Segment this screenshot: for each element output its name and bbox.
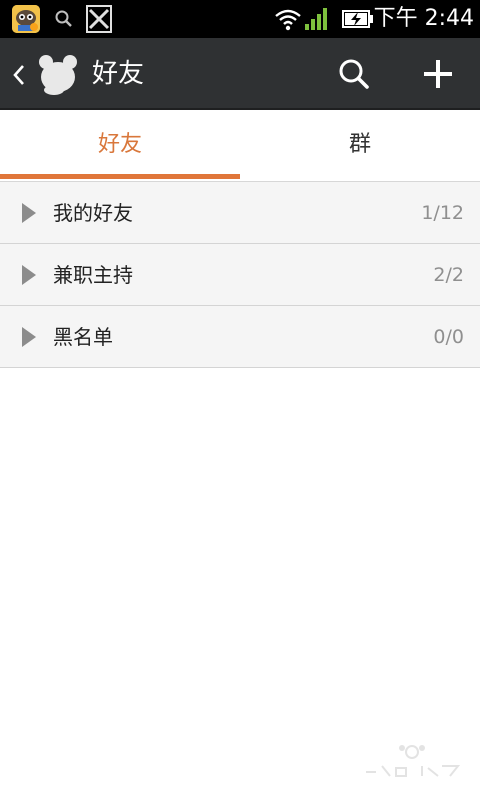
tab-bar: 好友 群 (0, 110, 480, 182)
watermark-logo (362, 742, 462, 782)
signal-icon (304, 8, 328, 30)
status-time: 下午 2:44 (373, 6, 474, 31)
search-icon (54, 9, 74, 29)
x-logo-icon (86, 5, 112, 33)
wifi-icon (274, 7, 302, 31)
search-button[interactable] (330, 52, 378, 96)
avatar-icon (34, 52, 82, 96)
group-row-blacklist[interactable]: 黑名单 0/0 (0, 306, 480, 368)
group-name: 兼职主持 (53, 263, 133, 287)
add-icon (424, 60, 452, 88)
active-tab-indicator (0, 174, 240, 179)
app-notification-icon (12, 5, 40, 33)
search-icon (339, 59, 369, 89)
group-name: 黑名单 (53, 325, 113, 349)
page-title: 好友 (92, 59, 145, 89)
app-header: 好友 (0, 38, 480, 110)
status-bar: 下午 2:44 (0, 0, 480, 38)
expand-arrow-icon (20, 325, 38, 349)
battery-charging-icon (342, 9, 374, 29)
group-name: 我的好友 (53, 201, 133, 225)
group-count: 1/12 (421, 202, 464, 224)
back-button[interactable]: 好友 (10, 52, 144, 96)
add-button[interactable] (414, 52, 462, 96)
tab-groups[interactable]: 群 (240, 110, 480, 181)
expand-arrow-icon (20, 263, 38, 287)
back-chevron-icon (12, 64, 26, 86)
group-row-my-friends[interactable]: 我的好友 1/12 (0, 182, 480, 244)
expand-arrow-icon (20, 201, 38, 225)
group-row-part-time-hosts[interactable]: 兼职主持 2/2 (0, 244, 480, 306)
group-count: 2/2 (433, 264, 464, 286)
tab-friends[interactable]: 好友 (0, 110, 240, 181)
group-count: 0/0 (433, 326, 464, 348)
group-list: 我的好友 1/12 兼职主持 2/2 黑名单 0/0 (0, 182, 480, 368)
